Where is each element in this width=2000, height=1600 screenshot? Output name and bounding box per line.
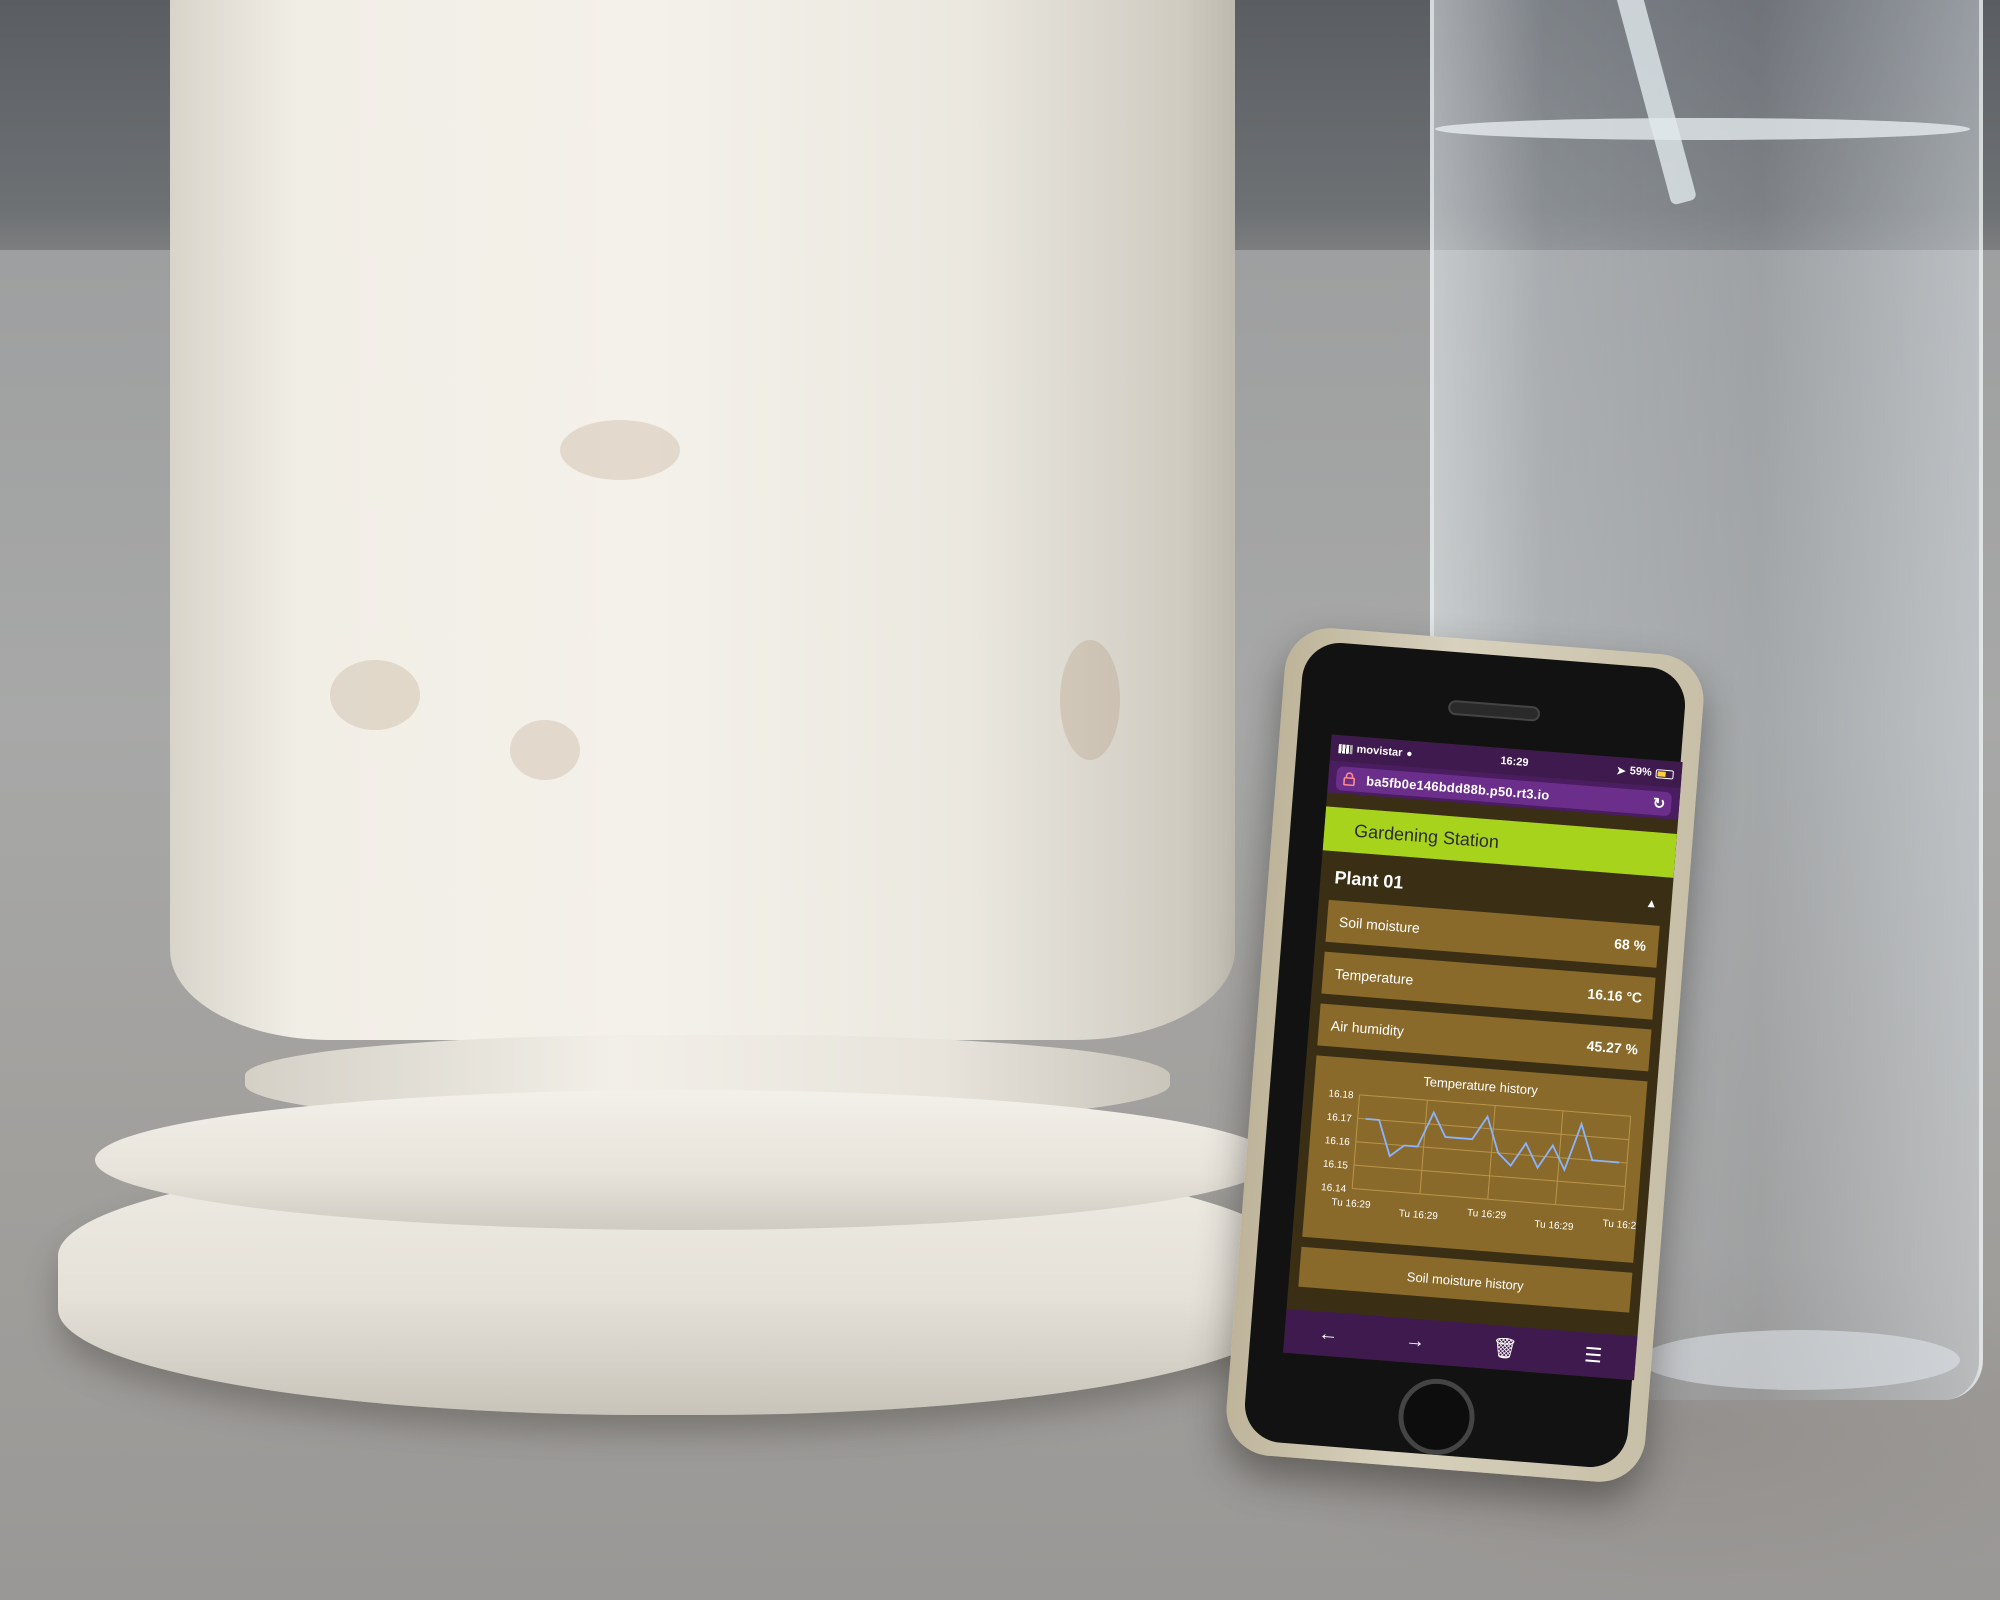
status-left: movistar ● <box>1338 742 1413 760</box>
photo-scene <box>0 0 2000 1600</box>
reading-label: Temperature <box>1334 965 1414 988</box>
browser-bottom-bar: ← → 🗑 ☰ <box>1283 1308 1638 1381</box>
reload-icon[interactable]: ↻ <box>1652 794 1666 813</box>
reading-value: 16.16 °C <box>1586 985 1643 1006</box>
y-tick-label: 16.18 <box>1328 1088 1354 1101</box>
signal-icon <box>1338 743 1353 754</box>
temperature-chart: 16.18 16.17 16.16 16.15 16.14 Tu 16:29 Tu 16:2… <box>1321 1088 1643 1233</box>
urn-stain <box>330 660 420 730</box>
earpiece <box>1447 699 1541 722</box>
white-urn <box>170 0 1235 1040</box>
urn-stain <box>510 720 580 780</box>
battery-percent: 59% <box>1629 765 1653 779</box>
x-tick-label: Tu 16:29 <box>1331 1197 1371 1211</box>
app-title: Gardening Station <box>1353 820 1500 852</box>
x-tick-label: Tu 16:29 <box>1534 1219 1574 1233</box>
chevron-up-icon[interactable]: ▲ <box>1645 895 1658 910</box>
water-surface <box>1435 118 1970 140</box>
carrier-name: movistar <box>1356 743 1403 760</box>
smartphone: movistar ● 16:29 ➤ 59% ba5fb0e146bdd88b.… <box>1223 624 1707 1486</box>
x-tick-label: Tu 16:29 <box>1467 1208 1507 1222</box>
home-button[interactable] <box>1395 1376 1478 1458</box>
glass-bottom <box>1640 1330 1960 1390</box>
card-title: Soil moisture history <box>1406 1269 1525 1294</box>
reading-label: Air humidity <box>1330 1017 1405 1040</box>
menu-icon[interactable]: ☰ <box>1583 1342 1603 1368</box>
y-tick-label: 16.14 <box>1321 1182 1347 1195</box>
x-tick-label: Tu 16:29 <box>1602 1218 1642 1232</box>
urn-base-ring <box>95 1090 1275 1230</box>
urn-stain <box>1060 640 1120 760</box>
back-arrow-icon[interactable]: ← <box>1317 1322 1339 1346</box>
trash-icon[interactable]: 🗑 <box>1491 1335 1518 1362</box>
y-tick-label: 16.16 <box>1324 1135 1350 1148</box>
battery-icon <box>1655 768 1674 779</box>
forward-arrow-icon[interactable]: → <box>1404 1329 1426 1353</box>
phone-body: movistar ● 16:29 ➤ 59% ba5fb0e146bdd88b.… <box>1242 640 1688 1470</box>
urn-stain <box>560 420 680 480</box>
phone-screen: movistar ● 16:29 ➤ 59% ba5fb0e146bdd88b.… <box>1283 734 1683 1381</box>
y-tick-label: 16.15 <box>1323 1159 1349 1172</box>
status-time: 16:29 <box>1499 754 1529 770</box>
reading-value: 45.27 % <box>1586 1037 1639 1058</box>
location-icon: ➤ <box>1616 764 1627 778</box>
x-tick-label: Tu 16:29 <box>1398 1208 1438 1222</box>
temperature-chart-card: Temperature history 16.18 16.17 16.16 16.15… <box>1302 1055 1648 1263</box>
reading-label: Soil moisture <box>1338 913 1421 937</box>
y-tick-label: 16.17 <box>1326 1112 1352 1125</box>
section-title: Plant 01 <box>1333 867 1405 893</box>
wifi-icon: ● <box>1405 747 1413 760</box>
lock-icon <box>1343 772 1356 787</box>
reading-value: 68 % <box>1613 935 1647 954</box>
status-right: ➤ 59% <box>1616 764 1674 781</box>
